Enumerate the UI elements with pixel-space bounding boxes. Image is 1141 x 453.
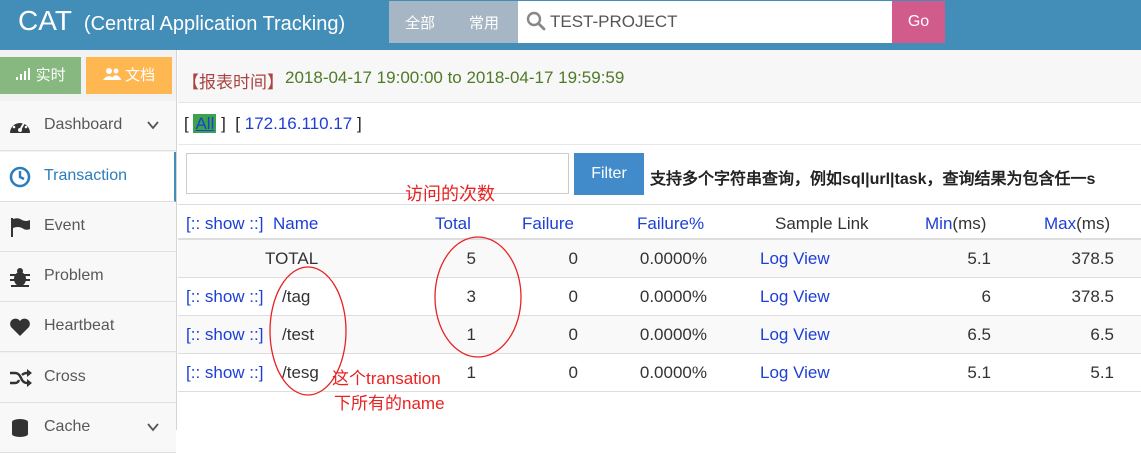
annotation-overlay bbox=[269, 236, 522, 396]
total-circle-annotation bbox=[434, 236, 522, 358]
names-annotation-line2: 下所有的name bbox=[334, 394, 445, 413]
names-annotation-line1: 这个transation bbox=[332, 369, 441, 388]
visits-annotation: 访问的次数 bbox=[405, 184, 495, 205]
